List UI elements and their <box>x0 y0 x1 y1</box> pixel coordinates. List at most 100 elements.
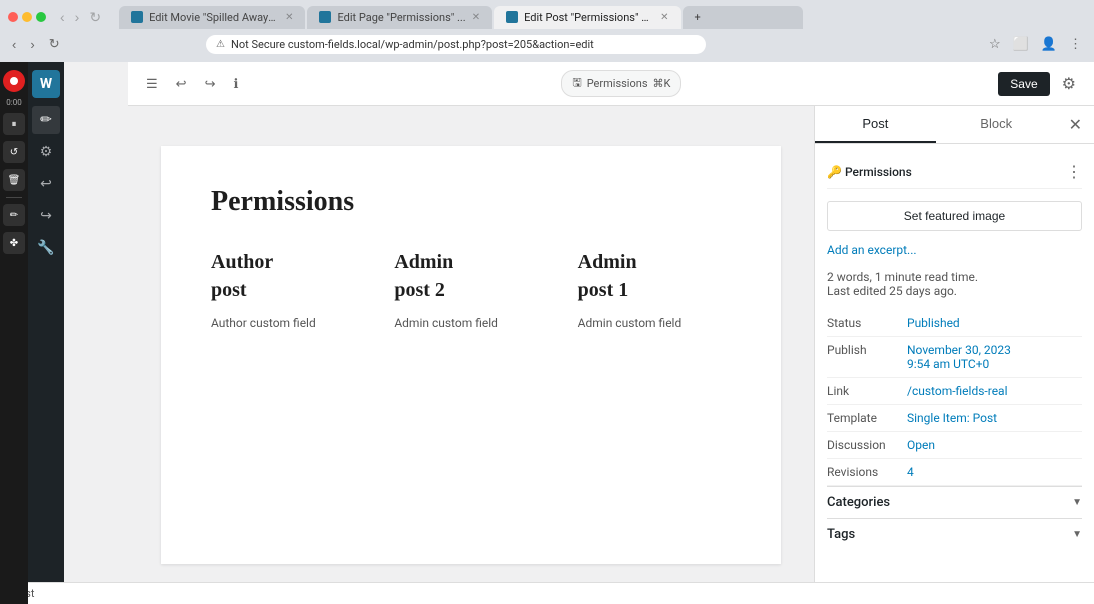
plugin-section: 🔑 Permissions ⋮ <box>827 156 1082 189</box>
tab-block[interactable]: Block <box>936 106 1057 143</box>
tools-button[interactable]: ✤ <box>3 232 25 254</box>
undo-topbar-button[interactable]: ↩ <box>170 72 193 96</box>
tab-label-2: Edit Page "Permissions" ... <box>337 11 465 24</box>
meta-label-status: Status <box>827 316 907 330</box>
meta-value-revisions[interactable]: 4 <box>907 465 914 479</box>
plugin-name: 🔑 Permissions <box>827 165 912 179</box>
record-button[interactable] <box>3 70 25 92</box>
address-text: Not Secure custom-fields.local/wp-admin/… <box>231 38 594 51</box>
sidebar-icon-undo[interactable]: ↩ <box>32 170 60 198</box>
saved-shortcut: ⌘K <box>653 77 671 90</box>
column-field-1: Admin custom field <box>394 316 547 330</box>
meta-value-template[interactable]: Single Item: Post <box>907 411 997 425</box>
categories-label: Categories <box>827 495 890 510</box>
saved-label: Permissions <box>587 77 648 90</box>
post-column-2: Admin post 1 Admin custom field <box>578 248 731 330</box>
browser-tab-3[interactable]: Edit Post "Permissions" < ... ✕ <box>494 6 680 29</box>
sidebar-icon-editor[interactable]: ✏ <box>32 106 60 134</box>
wp-logo[interactable]: W <box>32 70 60 98</box>
categories-chevron: ▼ <box>1072 497 1082 508</box>
maximize-window-button[interactable] <box>36 12 46 22</box>
sidebar-content: 🔑 Permissions ⋮ Set featured image Add a… <box>815 144 1094 604</box>
profile-button[interactable]: 👤 <box>1037 34 1061 54</box>
extensions-button[interactable]: ⬜ <box>1009 34 1033 54</box>
meta-row-publish: Publish November 30, 20239:54 am UTC+0 <box>827 337 1082 378</box>
content-block: Permissions Author post Author custom fi… <box>161 146 781 564</box>
meta-label-publish: Publish <box>827 343 907 357</box>
toolbar-divider <box>6 197 22 198</box>
tab-favicon-3 <box>506 11 518 23</box>
sidebar-icon-redo[interactable]: ↪ <box>32 202 60 230</box>
back-button[interactable]: ‹ <box>56 7 69 28</box>
address-bar[interactable]: ⚠ Not Secure custom-fields.local/wp-admi… <box>206 35 706 54</box>
meta-row-template: Template Single Item: Post <box>827 405 1082 432</box>
featured-image-button[interactable]: Set featured image <box>827 201 1082 231</box>
browser-tab-1[interactable]: Edit Movie "Spilled Away"... ✕ <box>119 6 305 29</box>
excerpt-link[interactable]: Add an excerpt... <box>827 243 917 257</box>
post-title: Permissions <box>211 186 731 218</box>
undo-button[interactable]: ↺ <box>3 141 25 163</box>
column-field-0: Author custom field <box>211 316 364 330</box>
meta-value-link[interactable]: /custom-fields-real <box>907 384 1008 398</box>
redo-topbar-button[interactable]: ↪ <box>199 72 222 96</box>
toggle-sidebar-button[interactable]: ☰ <box>140 72 164 96</box>
reload-button[interactable]: ↻ <box>85 7 105 28</box>
settings-button[interactable]: ⚙ <box>1056 70 1082 98</box>
post-saved-badge[interactable]: 🖫 Permissions ⌘K <box>561 70 681 97</box>
plugin-menu-button[interactable]: ⋮ <box>1066 162 1082 182</box>
sidebar-close-button[interactable]: ✕ <box>1057 106 1094 143</box>
star-button[interactable]: ☆ <box>985 34 1005 54</box>
editor-topbar-left: ☰ ↩ ↪ ℹ <box>140 72 244 96</box>
tab-favicon-2 <box>319 11 331 23</box>
minimize-window-button[interactable] <box>22 12 32 22</box>
tab-favicon-1 <box>131 11 143 23</box>
tab-close-2[interactable]: ✕ <box>472 12 480 23</box>
editor-topbar: ☰ ↩ ↪ ℹ 🖫 Permissions ⌘K Save ⚙ <box>128 62 1094 106</box>
tags-chevron: ▼ <box>1072 529 1082 540</box>
save-button[interactable]: Save <box>998 72 1049 96</box>
post-column-0: Author post Author custom field <box>211 248 364 330</box>
pause-button[interactable]: ⏸ <box>3 113 25 135</box>
forward-button[interactable]: › <box>71 7 84 28</box>
post-column-1: Admin post 2 Admin custom field <box>394 248 547 330</box>
meta-row-link: Link /custom-fields-real <box>827 378 1082 405</box>
meta-row-discussion: Discussion Open <box>827 432 1082 459</box>
meta-row-revisions: Revisions 4 <box>827 459 1082 486</box>
delete-button[interactable]: 🗑 <box>3 169 25 191</box>
browser-tab-2[interactable]: Edit Page "Permissions" ... ✕ <box>307 6 492 29</box>
tags-label: Tags <box>827 527 855 542</box>
meta-value-publish[interactable]: November 30, 20239:54 am UTC+0 <box>907 343 1011 371</box>
editor-sidebar: Post Block ✕ 🔑 Permissions ⋮ <box>814 106 1094 604</box>
saved-icon: 🖫 <box>572 74 581 93</box>
post-body: Author post Author custom field Admin po… <box>211 248 731 330</box>
tab-close-3[interactable]: ✕ <box>660 12 668 23</box>
plugin-row: 🔑 Permissions ⋮ <box>827 156 1082 189</box>
editor-main: Permissions Author post Author custom fi… <box>128 106 1094 604</box>
categories-collapsible[interactable]: Categories ▼ <box>827 486 1082 518</box>
tab-post[interactable]: Post <box>815 106 936 143</box>
wp-sidebar: W ✏ ⚙ ↩ ↪ 🔧 <box>28 62 64 604</box>
sidebar-icon-tools[interactable]: 🔧 <box>32 234 60 262</box>
meta-value-status[interactable]: Published <box>907 316 960 330</box>
details-button[interactable]: ℹ <box>227 72 244 96</box>
edit-button[interactable]: ✏ <box>3 204 25 226</box>
browser-window-controls <box>8 12 46 22</box>
close-window-button[interactable] <box>8 12 18 22</box>
browser-back-btn[interactable]: ‹ <box>8 35 20 54</box>
menu-button[interactable]: ⋮ <box>1065 34 1086 54</box>
recording-toolbar: 0:00 ⏸ ↺ 🗑 ✏ ✤ <box>0 62 28 604</box>
browser-navigation: ‹ › ↻ <box>56 7 105 28</box>
tags-collapsible[interactable]: Tags ▼ <box>827 518 1082 550</box>
excerpt-section: Add an excerpt... <box>827 243 1082 258</box>
browser-tab-new[interactable]: + <box>683 6 803 29</box>
status-bar: Post <box>0 582 1094 604</box>
wp-admin: 0:00 ⏸ ↺ 🗑 ✏ ✤ W ✏ ⚙ ↩ ↪ 🔧 ☰ ↩ ↪ ℹ 🖫 <box>0 62 1094 604</box>
meta-value-discussion[interactable]: Open <box>907 438 935 452</box>
meta-label-discussion: Discussion <box>827 438 907 452</box>
record-timer: 0:00 <box>6 98 21 107</box>
sidebar-icon-settings[interactable]: ⚙ <box>32 138 60 166</box>
browser-forward-btn[interactable]: › <box>26 35 38 54</box>
plugin-icon: 🔑 <box>827 165 842 179</box>
browser-reload-btn[interactable]: ↻ <box>45 34 64 54</box>
tab-close-1[interactable]: ✕ <box>285 12 293 23</box>
